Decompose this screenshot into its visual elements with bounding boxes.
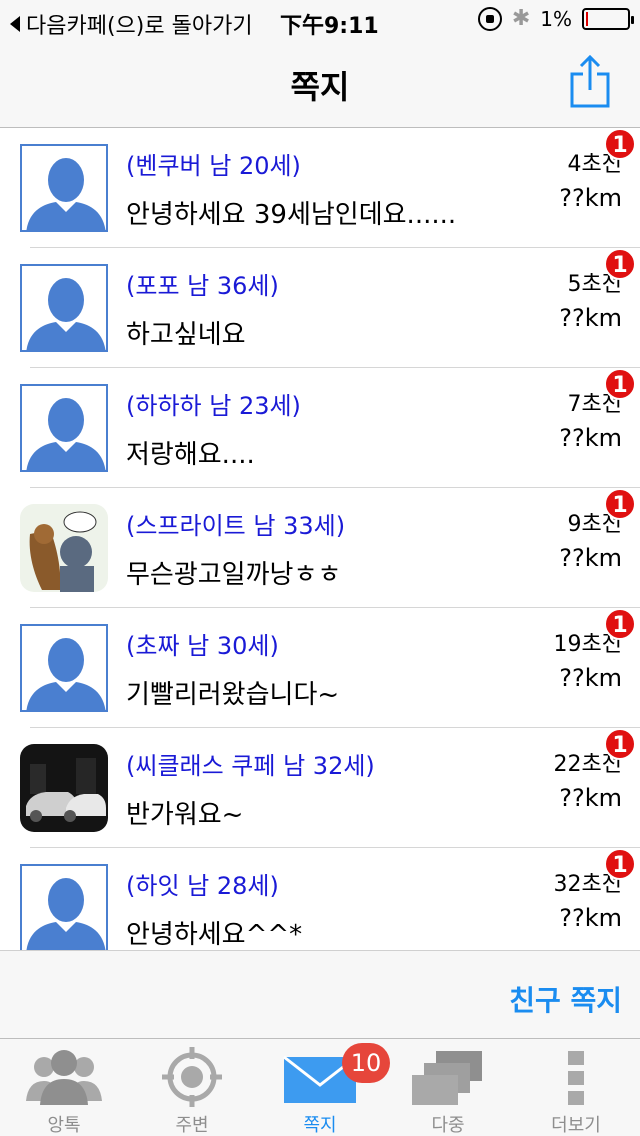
unread-badge: 1 [604, 608, 636, 640]
back-arrow-icon [10, 16, 20, 32]
back-to-app-label: 다음카페(으)로 돌아가기 [26, 14, 253, 39]
status-bar: 다음카페(으)로 돌아가기 下午9:11 ✱ 1% [0, 0, 640, 40]
sender-distance: ??km [559, 784, 622, 812]
message-row[interactable]: (초짜 남 30세) 기빨리러왔습니다~ 19초전 ??km 1 [20, 608, 640, 728]
tab-multi-mail[interactable]: 다중 [384, 1039, 512, 1136]
message-preview: 안녕하세요 39세남인데요...... [126, 200, 457, 230]
avatar[interactable] [20, 504, 108, 592]
message-preview: 기빨리러왔습니다~ [126, 680, 340, 710]
bluetooth-icon: ✱ [511, 6, 531, 31]
sender-name: (하잇 남 28세) [126, 872, 279, 900]
unread-badge: 1 [604, 368, 636, 400]
default-avatar-icon [26, 158, 106, 230]
avatar[interactable] [20, 144, 108, 232]
back-to-app-link[interactable]: 다음카페(으)로 돌아가기 [10, 8, 253, 40]
tab-mail[interactable]: 쪽지 10 [256, 1039, 390, 1136]
sender-name: (포포 남 36세) [126, 272, 279, 300]
cartoon-avatar-icon [20, 504, 108, 592]
message-row[interactable]: (포포 남 36세) 하고싶네요 5초전 ??km 1 [20, 248, 640, 368]
tab-badge: 10 [342, 1043, 390, 1083]
message-row[interactable]: (벤쿠버 남 20세) 안녕하세요 39세남인데요...... 4초전 ??km 1 [20, 128, 640, 248]
message-preview: 안녕하세요^^* [126, 920, 303, 950]
default-avatar-icon [26, 638, 106, 710]
unread-badge: 1 [604, 488, 636, 520]
more-icon [536, 1045, 616, 1109]
rotation-lock-icon [477, 6, 502, 31]
people-icon [24, 1045, 104, 1109]
default-avatar-icon [26, 398, 106, 470]
tab-label: 다중 [431, 1115, 465, 1136]
message-preview: 하고싶네요 [126, 320, 246, 350]
friend-note-button[interactable]: 친구 쪽지 [509, 979, 622, 1019]
sender-name: (스프라이트 남 33세) [126, 512, 346, 540]
unread-badge: 1 [604, 248, 636, 280]
multi-mail-icon [408, 1045, 488, 1109]
avatar[interactable] [20, 624, 108, 712]
sender-distance: ??km [559, 904, 622, 932]
message-row[interactable]: (씨클래스 쿠페 남 32세) 반가워요~ 22초전 ??km 1 [20, 728, 640, 848]
message-preview: 반가워요~ [126, 800, 244, 830]
tab-label: 쪽지 [303, 1115, 337, 1136]
sender-name: (씨클래스 쿠페 남 32세) [126, 752, 375, 780]
avatar[interactable] [20, 384, 108, 472]
unread-badge: 1 [604, 728, 636, 760]
share-icon [570, 54, 610, 108]
tab-people[interactable]: 앙톡 [0, 1039, 128, 1136]
tab-label: 앙톡 [47, 1115, 81, 1136]
navigation-bar: 쪽지 [0, 40, 640, 128]
sender-name: (초짜 남 30세) [126, 632, 279, 660]
tab-label: 더보기 [551, 1115, 601, 1136]
message-row[interactable]: (스프라이트 남 33세) 무슨광고일까낭ㅎㅎ 9초전 ??km 1 [20, 488, 640, 608]
share-button[interactable] [570, 54, 610, 108]
avatar[interactable] [20, 744, 108, 832]
car-photo-avatar-icon [20, 744, 108, 832]
tab-target[interactable]: 주변 [128, 1039, 256, 1136]
sender-name: (하하하 남 23세) [126, 392, 301, 420]
status-indicators: ✱ 1% [477, 6, 634, 31]
battery-percent: 1% [540, 6, 572, 31]
message-list[interactable]: (벤쿠버 남 20세) 안녕하세요 39세남인데요...... 4초전 ??km 1 (포… [0, 128, 640, 950]
message-row[interactable]: (하하하 남 23세) 저랑해요.... 7초전 ??km 1 [20, 368, 640, 488]
sender-distance: ??km [559, 544, 622, 572]
message-preview: 무슨광고일까낭ㅎㅎ [126, 560, 342, 590]
unread-badge: 1 [604, 848, 636, 880]
unread-badge: 1 [604, 128, 636, 160]
tab-bar: 앙톡 주변 쪽지 10 다중 더보기 [0, 1038, 640, 1136]
page-title: 쪽지 [290, 68, 350, 106]
battery-icon [582, 7, 634, 30]
friend-note-bar: 친구 쪽지 [0, 950, 640, 1038]
avatar[interactable] [20, 264, 108, 352]
tab-label: 주변 [175, 1115, 209, 1136]
message-row[interactable]: (하잇 남 28세) 안녕하세요^^* 32초전 ??km 1 [20, 848, 640, 950]
status-time: 下午9:11 [280, 14, 379, 39]
sender-distance: ??km [559, 304, 622, 332]
message-preview: 저랑해요.... [126, 440, 255, 470]
default-avatar-icon [26, 878, 106, 950]
sender-distance: ??km [559, 424, 622, 452]
default-avatar-icon [26, 278, 106, 350]
avatar[interactable] [20, 864, 108, 950]
sender-name: (벤쿠버 남 20세) [126, 152, 301, 180]
sender-distance: ??km [559, 184, 622, 212]
sender-distance: ??km [559, 664, 622, 692]
tab-more[interactable]: 더보기 [512, 1039, 640, 1136]
target-icon [152, 1045, 232, 1109]
